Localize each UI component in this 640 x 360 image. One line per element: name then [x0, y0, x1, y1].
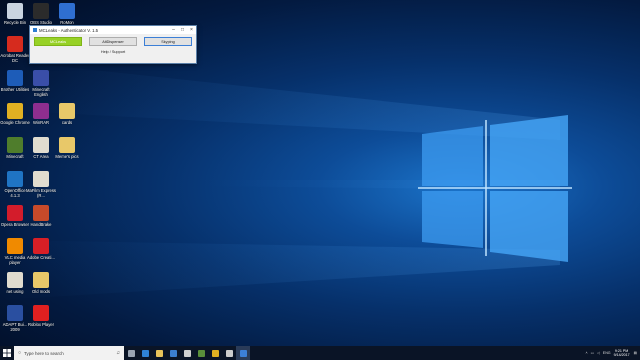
desktop-icon-label: Roblox Player	[27, 322, 55, 327]
tray-chevron-icon[interactable]: ˄	[586, 351, 588, 355]
desktop-icon-acrobat[interactable]: Acrobat Reader DC	[0, 36, 30, 63]
authenticator-taskbar-icon	[239, 349, 247, 357]
file-icon	[33, 171, 49, 187]
taskbar-app-edge[interactable]	[138, 346, 152, 360]
desktop-icon-label: Meme's pics	[55, 154, 79, 159]
search-placeholder: Type here to search	[24, 350, 64, 356]
minimize-icon[interactable]: –	[169, 26, 178, 34]
file-icon	[7, 272, 23, 288]
store-icon	[169, 349, 177, 357]
taskbar-app-authenticator-taskbar[interactable]	[236, 346, 250, 360]
maximize-icon[interactable]: □	[178, 26, 187, 34]
task-view-icon	[127, 349, 135, 357]
desktop-icon-romon[interactable]: RoMon	[52, 3, 82, 25]
desktop-icon-label: Acrobat Reader DC	[0, 53, 30, 63]
start-button[interactable]	[0, 346, 14, 360]
roblox-icon	[33, 305, 49, 321]
altdispenser-button[interactable]: AltDispenser	[89, 37, 137, 46]
minecraft-english-icon	[33, 70, 49, 86]
notifications-icon[interactable]: ▤	[634, 351, 637, 355]
network-icon[interactable]: ▭	[591, 351, 594, 355]
desktop-icon-label: cards	[61, 120, 73, 125]
desktop-icon-roblox[interactable]: Roblox Player	[26, 305, 56, 327]
clock-date: 9/14/2017	[613, 353, 630, 357]
folder-icon	[59, 103, 75, 119]
desktop-icon-folder[interactable]: cards	[52, 103, 82, 125]
window-title: MCLeaks - Authenticator V. 1.5	[39, 27, 99, 33]
desktop-icon-label: MaFilm Express (R...	[26, 188, 57, 198]
romon-icon	[59, 3, 75, 19]
desktop-icon-folder[interactable]: Meme's pics	[52, 137, 82, 159]
taskbar-app-obs-taskbar[interactable]	[222, 346, 236, 360]
brother-icon	[7, 70, 23, 86]
windows-logo-icon	[3, 349, 11, 357]
system-tray: ˄ ▭ ◁ ENG 9:21 PM 9/14/2017 ▤	[586, 346, 640, 360]
minecraft-taskbar-icon	[197, 349, 205, 357]
minecraft-icon	[7, 137, 23, 153]
folder-icon	[33, 272, 49, 288]
winrar-icon	[33, 103, 49, 119]
adapt-icon	[7, 305, 23, 321]
mcleaks-button[interactable]: MCLeaks	[34, 37, 82, 46]
media-icon	[183, 349, 191, 357]
desktop-icon-label: Old mods	[32, 289, 50, 294]
close-icon[interactable]: ×	[187, 26, 196, 34]
acrobat-icon	[7, 36, 23, 52]
authenticator-window[interactable]: MCLeaks - Authenticator V. 1.5 – □ × MCL…	[29, 25, 197, 64]
window-titlebar[interactable]: MCLeaks - Authenticator V. 1.5 – □ ×	[30, 26, 196, 34]
desktop-icon-file[interactable]: MaFilm Express (R...	[26, 171, 56, 198]
file-icon	[33, 137, 49, 153]
skyping-button[interactable]: Skyping	[144, 37, 192, 46]
opera-icon	[7, 205, 23, 221]
folder-icon	[59, 137, 75, 153]
adobe-cc-icon	[33, 238, 49, 254]
vlc-icon	[7, 238, 23, 254]
openoffice-icon	[7, 171, 23, 187]
desktop-icon-label: HandBrake	[30, 222, 52, 227]
file-explorer-icon	[155, 349, 163, 357]
volume-icon[interactable]: ◁	[597, 351, 600, 355]
edge-icon	[141, 349, 149, 357]
microphone-icon[interactable]: ♫	[116, 350, 120, 356]
recycle-bin-icon	[7, 3, 23, 19]
desktop-icon-handbrake[interactable]: HandBrake	[26, 205, 56, 227]
search-icon: ○	[18, 350, 22, 356]
desktop-icon-minecraft-english[interactable]: Minecraft English	[26, 70, 56, 97]
taskbar-app-file-explorer[interactable]	[152, 346, 166, 360]
desktop-icon-adobe-cc[interactable]: Adobe Creati...	[26, 238, 56, 260]
desktop-icon-label: Adobe Creati...	[27, 255, 55, 260]
obs-icon	[33, 3, 49, 19]
chrome-icon	[7, 103, 23, 119]
taskbar-app-store[interactable]	[166, 346, 180, 360]
chrome-taskbar-icon	[211, 349, 219, 357]
taskbar: ○ Type here to search ♫ ˄ ▭ ◁ ENG 9:21 P…	[0, 346, 640, 360]
desktop-icon-label: Minecraft English	[32, 87, 50, 97]
handbrake-icon	[33, 205, 49, 221]
app-icon	[33, 28, 37, 32]
desktop-icon-folder[interactable]: Old mods	[26, 272, 56, 294]
language-indicator[interactable]: ENG	[603, 351, 611, 355]
taskbar-app-media[interactable]	[180, 346, 194, 360]
taskbar-search[interactable]: ○ Type here to search ♫	[14, 346, 124, 360]
taskbar-app-task-view[interactable]	[124, 346, 138, 360]
taskbar-app-chrome-taskbar[interactable]	[208, 346, 222, 360]
clock[interactable]: 9:21 PM 9/14/2017	[614, 349, 630, 358]
help-support-link[interactable]: Help / Support	[30, 50, 196, 54]
taskbar-app-minecraft-taskbar[interactable]	[194, 346, 208, 360]
obs-taskbar-icon	[225, 349, 233, 357]
